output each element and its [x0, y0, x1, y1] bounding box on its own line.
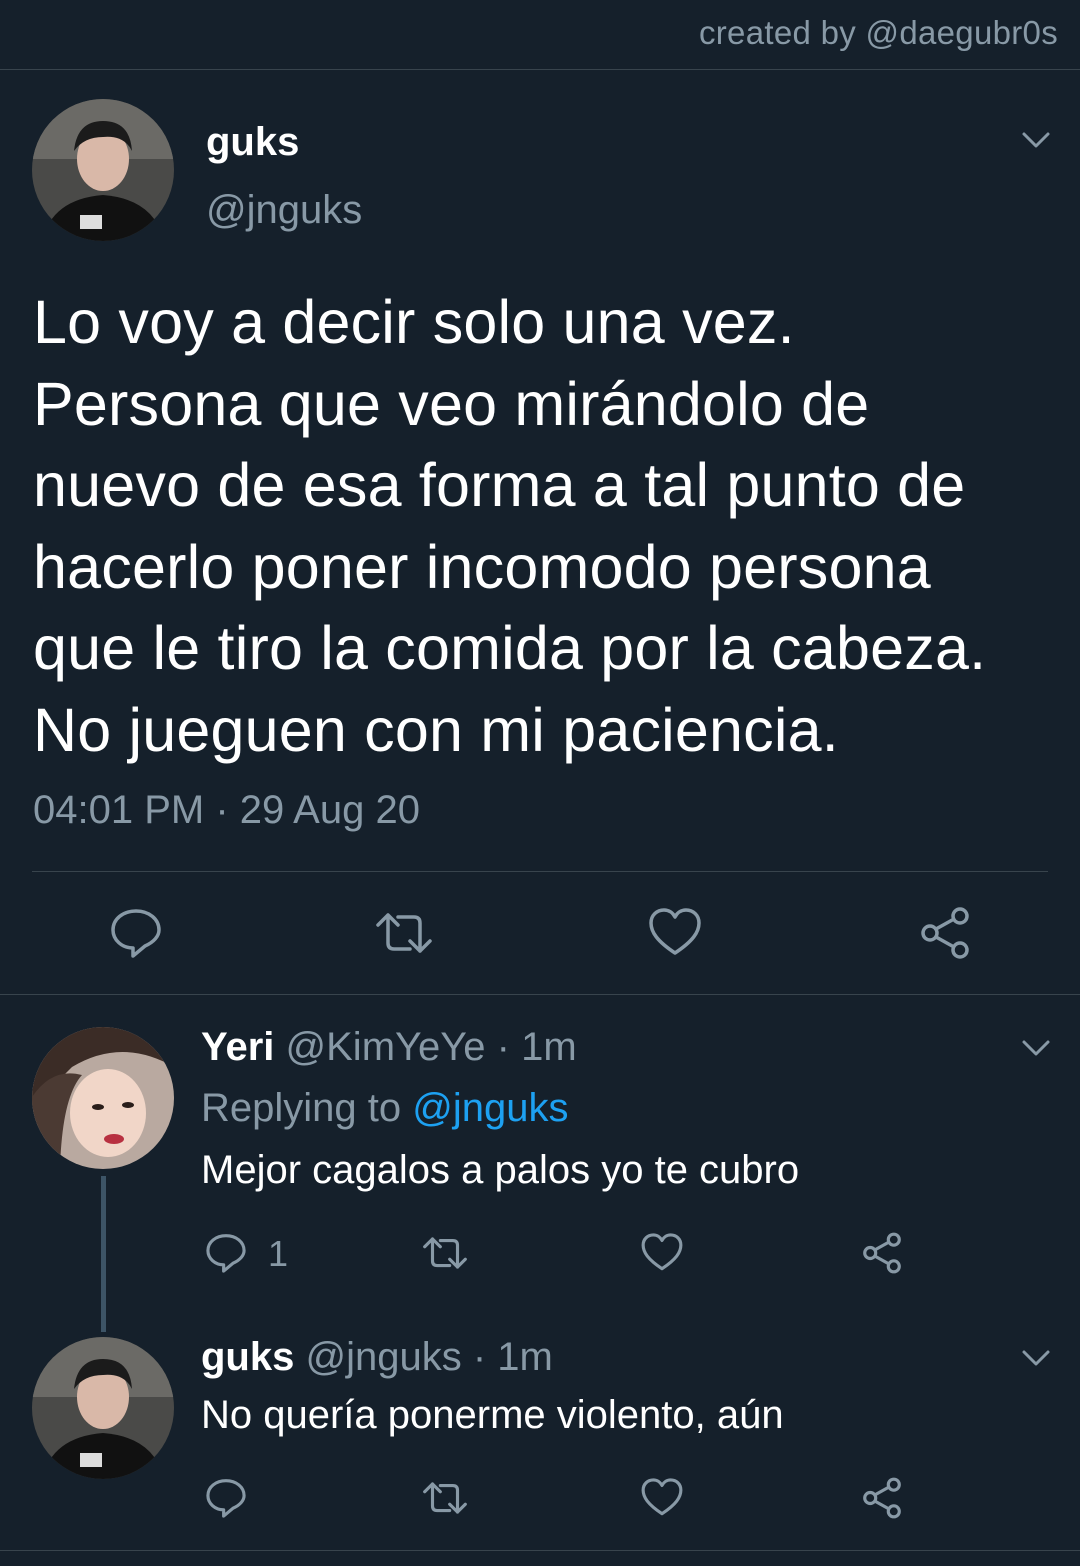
avatar-guks[interactable] — [32, 99, 174, 241]
tweet-line: No jueguen con mi paciencia. — [33, 695, 839, 764]
share-icon[interactable] — [860, 1476, 904, 1520]
author-handle[interactable]: @jnguks — [206, 188, 362, 233]
reply-author-name[interactable]: guks — [201, 1335, 294, 1379]
like-icon[interactable] — [640, 1476, 684, 1520]
retweet-icon[interactable] — [420, 1231, 470, 1275]
chevron-down-icon[interactable] — [1019, 122, 1053, 156]
reply-icon[interactable] — [108, 905, 164, 961]
like-icon[interactable] — [640, 1231, 684, 1275]
tweet-line: Lo voy a decir solo una vez. — [33, 288, 795, 356]
tweet-line: hacerlo poner incomodo persona — [33, 532, 931, 601]
avatar-yeri[interactable] — [32, 1027, 174, 1169]
bottom-divider — [0, 1550, 1080, 1551]
share-icon[interactable] — [860, 1231, 904, 1275]
tweet-line: nuevo de esa forma a tal punto de — [33, 451, 966, 519]
retweet-icon[interactable] — [420, 1476, 470, 1520]
replying-to-mention[interactable]: @jnguks — [412, 1086, 568, 1130]
tweet-text: Lo voy a decir solo una vez. Persona que… — [33, 282, 1053, 771]
replying-to: Replying to @jnguks — [201, 1086, 568, 1131]
avatar-guks[interactable] — [32, 1337, 174, 1479]
reply-header: guks @jnguks · 1m — [201, 1335, 553, 1380]
reply-author-meta: @jnguks · 1m — [294, 1335, 553, 1379]
reply-author-name[interactable]: Yeri — [201, 1025, 274, 1069]
reply-author-meta: @KimYeYe · 1m — [274, 1025, 577, 1069]
reply-icon[interactable] — [204, 1231, 248, 1275]
credit-text: created by @daegubr0s — [698, 14, 1058, 51]
chevron-down-icon[interactable] — [1019, 1030, 1053, 1064]
reply-text: No quería ponerme violento, aún — [201, 1393, 784, 1437]
reply-count: 1 — [268, 1233, 289, 1274]
author-name[interactable]: guks — [206, 120, 299, 165]
section-divider — [0, 994, 1080, 995]
tweet-line: que le tiro la comida por la cabeza. — [33, 614, 987, 682]
reply-text: Mejor cagalos a palos yo te cubro — [201, 1148, 800, 1192]
retweet-icon[interactable] — [372, 905, 436, 961]
tweet-divider — [32, 871, 1048, 872]
share-icon[interactable] — [917, 905, 973, 961]
replying-to-prefix: Replying to — [201, 1086, 413, 1130]
tweet-line: Persona que veo mirándolo de — [33, 369, 870, 438]
like-icon[interactable] — [647, 905, 703, 961]
reply-icon[interactable] — [204, 1476, 248, 1520]
thread-line — [101, 1176, 106, 1332]
chevron-down-icon[interactable] — [1019, 1340, 1053, 1374]
tweet-timestamp[interactable]: 04:01 PM · 29 Aug 20 — [33, 788, 420, 833]
reply-header: Yeri @KimYeYe · 1m — [201, 1025, 577, 1070]
header-divider — [0, 69, 1080, 70]
